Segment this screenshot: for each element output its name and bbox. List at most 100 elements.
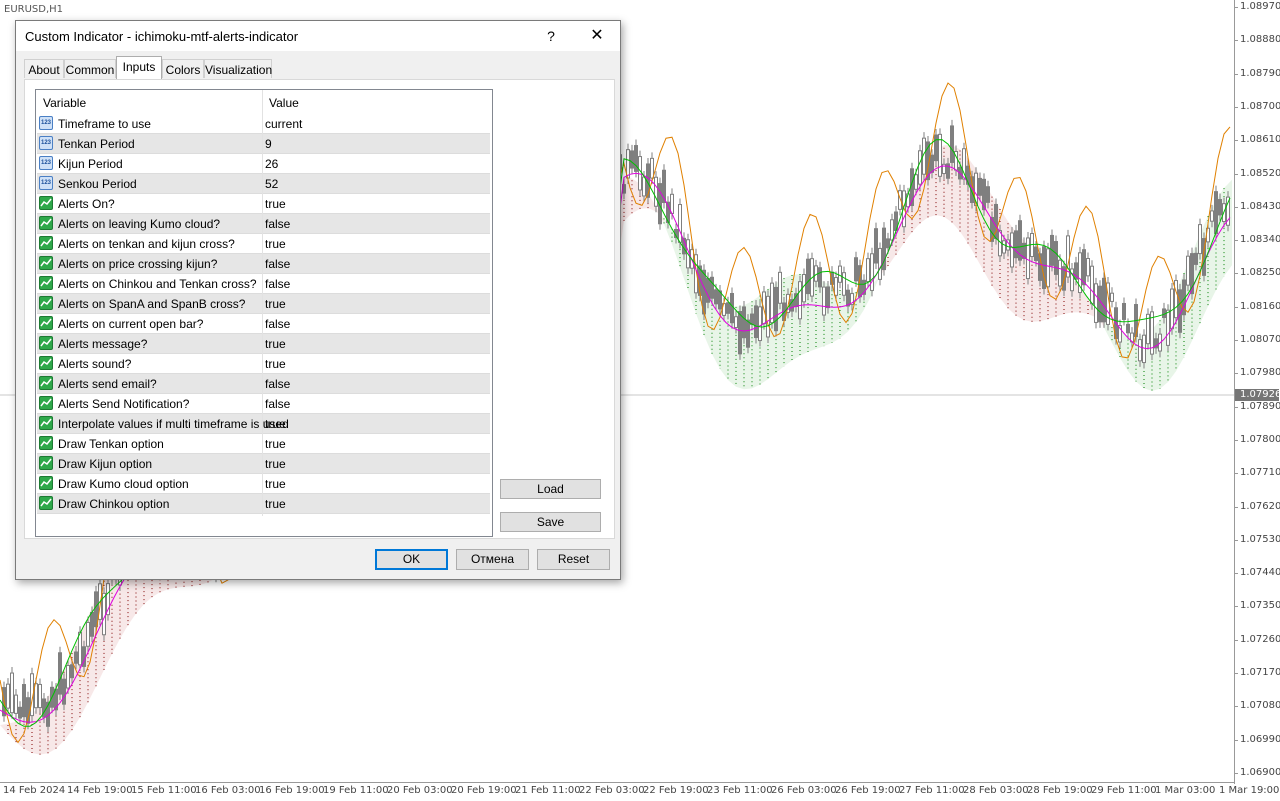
input-value[interactable]: true xyxy=(265,417,286,431)
input-variable-name: Senkou Period xyxy=(58,177,137,191)
save-button[interactable]: Save xyxy=(500,512,601,532)
input-value[interactable]: true xyxy=(265,237,286,251)
input-row[interactable]: Alerts on current open bar? false xyxy=(37,314,490,334)
input-row[interactable]: Alerts on Chinkou and Tenkan cross? false xyxy=(37,274,490,294)
price-tick xyxy=(1234,706,1238,708)
tab-common[interactable]: Common xyxy=(64,59,116,78)
input-row[interactable]: Draw Tenkan option true xyxy=(37,434,490,454)
price-tick xyxy=(1234,573,1238,575)
input-value[interactable]: true xyxy=(265,477,286,491)
input-value[interactable]: true xyxy=(265,457,286,471)
input-row[interactable]: Alerts message? true xyxy=(37,334,490,354)
dialog-titlebar[interactable]: Custom Indicator - ichimoku-mtf-alerts-i… xyxy=(16,21,620,51)
input-value[interactable]: true xyxy=(265,437,286,451)
input-value[interactable]: 9 xyxy=(265,137,272,151)
time-label: 22 Feb 03:00 xyxy=(579,785,645,796)
input-variable-name: Tenkan Period xyxy=(58,137,135,151)
price-label: 1.07710 xyxy=(1240,467,1280,479)
input-row[interactable]: Alerts sound? true xyxy=(37,354,490,374)
candle-body xyxy=(1122,302,1126,320)
bool-icon xyxy=(39,256,53,270)
price-label: 1.07440 xyxy=(1240,567,1280,579)
input-value[interactable]: true xyxy=(265,497,286,511)
price-tick xyxy=(1234,406,1238,408)
price-label: 1.07530 xyxy=(1240,533,1280,545)
input-value[interactable]: false xyxy=(265,257,290,271)
input-row[interactable]: Draw Chinkou option true xyxy=(37,494,490,514)
price-label: 1.08070 xyxy=(1240,334,1280,345)
input-row[interactable]: Alerts send email? false xyxy=(37,374,490,394)
price-tick xyxy=(1234,772,1238,774)
input-value[interactable]: 26 xyxy=(265,157,278,171)
candle-body xyxy=(710,276,714,299)
column-header-value[interactable]: Value xyxy=(269,96,299,110)
input-value[interactable]: current xyxy=(265,117,302,131)
input-variable-name: Draw Kumo cloud option xyxy=(58,477,189,491)
input-value[interactable]: false xyxy=(265,397,290,411)
input-row[interactable]: Alerts on leaving Kumo cloud? false xyxy=(37,214,490,234)
candle-body xyxy=(1110,292,1114,302)
bool-icon xyxy=(39,496,53,510)
bool-icon xyxy=(39,216,53,230)
time-label: 28 Feb 03:00 xyxy=(963,785,1029,796)
input-value[interactable]: true xyxy=(265,357,286,371)
candle-body xyxy=(90,611,94,637)
input-value[interactable]: false xyxy=(265,377,290,391)
load-button[interactable]: Load xyxy=(500,479,601,499)
ok-button[interactable]: OK xyxy=(375,549,448,570)
candle-body xyxy=(6,683,10,709)
input-row[interactable]: 123 Timeframe to use current xyxy=(37,114,490,134)
input-value[interactable]: true xyxy=(265,297,286,311)
input-value[interactable]: false xyxy=(265,217,290,231)
candle-body xyxy=(1174,280,1178,319)
price-tick xyxy=(1234,40,1238,42)
input-value[interactable]: true xyxy=(265,197,286,211)
tab-colors[interactable]: Colors xyxy=(162,59,204,78)
bool-icon xyxy=(39,196,53,210)
time-label: 1 Mar 19:00 xyxy=(1219,785,1280,796)
input-value[interactable]: false xyxy=(265,277,290,291)
input-value[interactable]: true xyxy=(265,337,286,351)
price-label: 1.07170 xyxy=(1240,667,1280,678)
input-value[interactable]: false xyxy=(265,317,290,331)
input-row[interactable]: 123 Senkou Period 52 xyxy=(37,174,490,194)
input-row[interactable]: Alerts on SpanA and SpanB cross? true xyxy=(37,294,490,314)
price-label: 1.08970 xyxy=(1240,1,1280,12)
input-row[interactable]: 123 Kijun Period 26 xyxy=(37,154,490,174)
candle-body xyxy=(62,678,66,705)
input-row[interactable]: Alerts On? true xyxy=(37,194,490,214)
input-row[interactable]: Interpolate values if multi timeframe is… xyxy=(37,414,490,434)
price-tick xyxy=(1234,273,1238,275)
input-row[interactable]: Alerts on tenkan and kijun cross? true xyxy=(37,234,490,254)
input-row[interactable]: Alerts on price crossing kijun? false xyxy=(37,254,490,274)
help-icon[interactable]: ? xyxy=(541,26,561,46)
candle-body xyxy=(950,125,954,163)
candle-body xyxy=(18,706,22,719)
input-value[interactable]: 52 xyxy=(265,177,278,191)
price-label: 1.07350 xyxy=(1240,600,1280,612)
candle-body xyxy=(678,204,682,243)
tab-about[interactable]: About xyxy=(24,59,64,78)
candle-body xyxy=(1082,249,1086,286)
input-row[interactable]: Draw Kumo cloud option true xyxy=(37,474,490,494)
price-label: 1.08250 xyxy=(1240,267,1280,279)
candle-body xyxy=(886,238,890,249)
candle-body xyxy=(754,305,758,339)
candle-body xyxy=(102,592,106,636)
input-row[interactable]: Draw Kijun option true xyxy=(37,454,490,474)
chart-symbol-label: EURUSD,H1 xyxy=(4,4,64,15)
tab-visualization[interactable]: Visualization xyxy=(204,59,272,78)
bool-icon xyxy=(39,436,53,450)
candle-body xyxy=(802,274,806,303)
tab-inputs[interactable]: Inputs xyxy=(116,56,162,79)
reset-button[interactable]: Reset xyxy=(537,549,610,570)
price-label: 1.07800 xyxy=(1240,433,1280,445)
column-header-variable[interactable]: Variable xyxy=(43,96,86,110)
price-tick xyxy=(1234,7,1238,8)
input-row[interactable]: 123 Tenkan Period 9 xyxy=(37,134,490,154)
input-row[interactable]: Alerts Send Notification? false xyxy=(37,394,490,414)
close-icon[interactable]: ✕ xyxy=(586,26,608,46)
input-variable-name: Kijun Period xyxy=(58,157,123,171)
candle-body xyxy=(914,174,918,190)
cancel-button[interactable]: Отмена xyxy=(456,549,529,570)
